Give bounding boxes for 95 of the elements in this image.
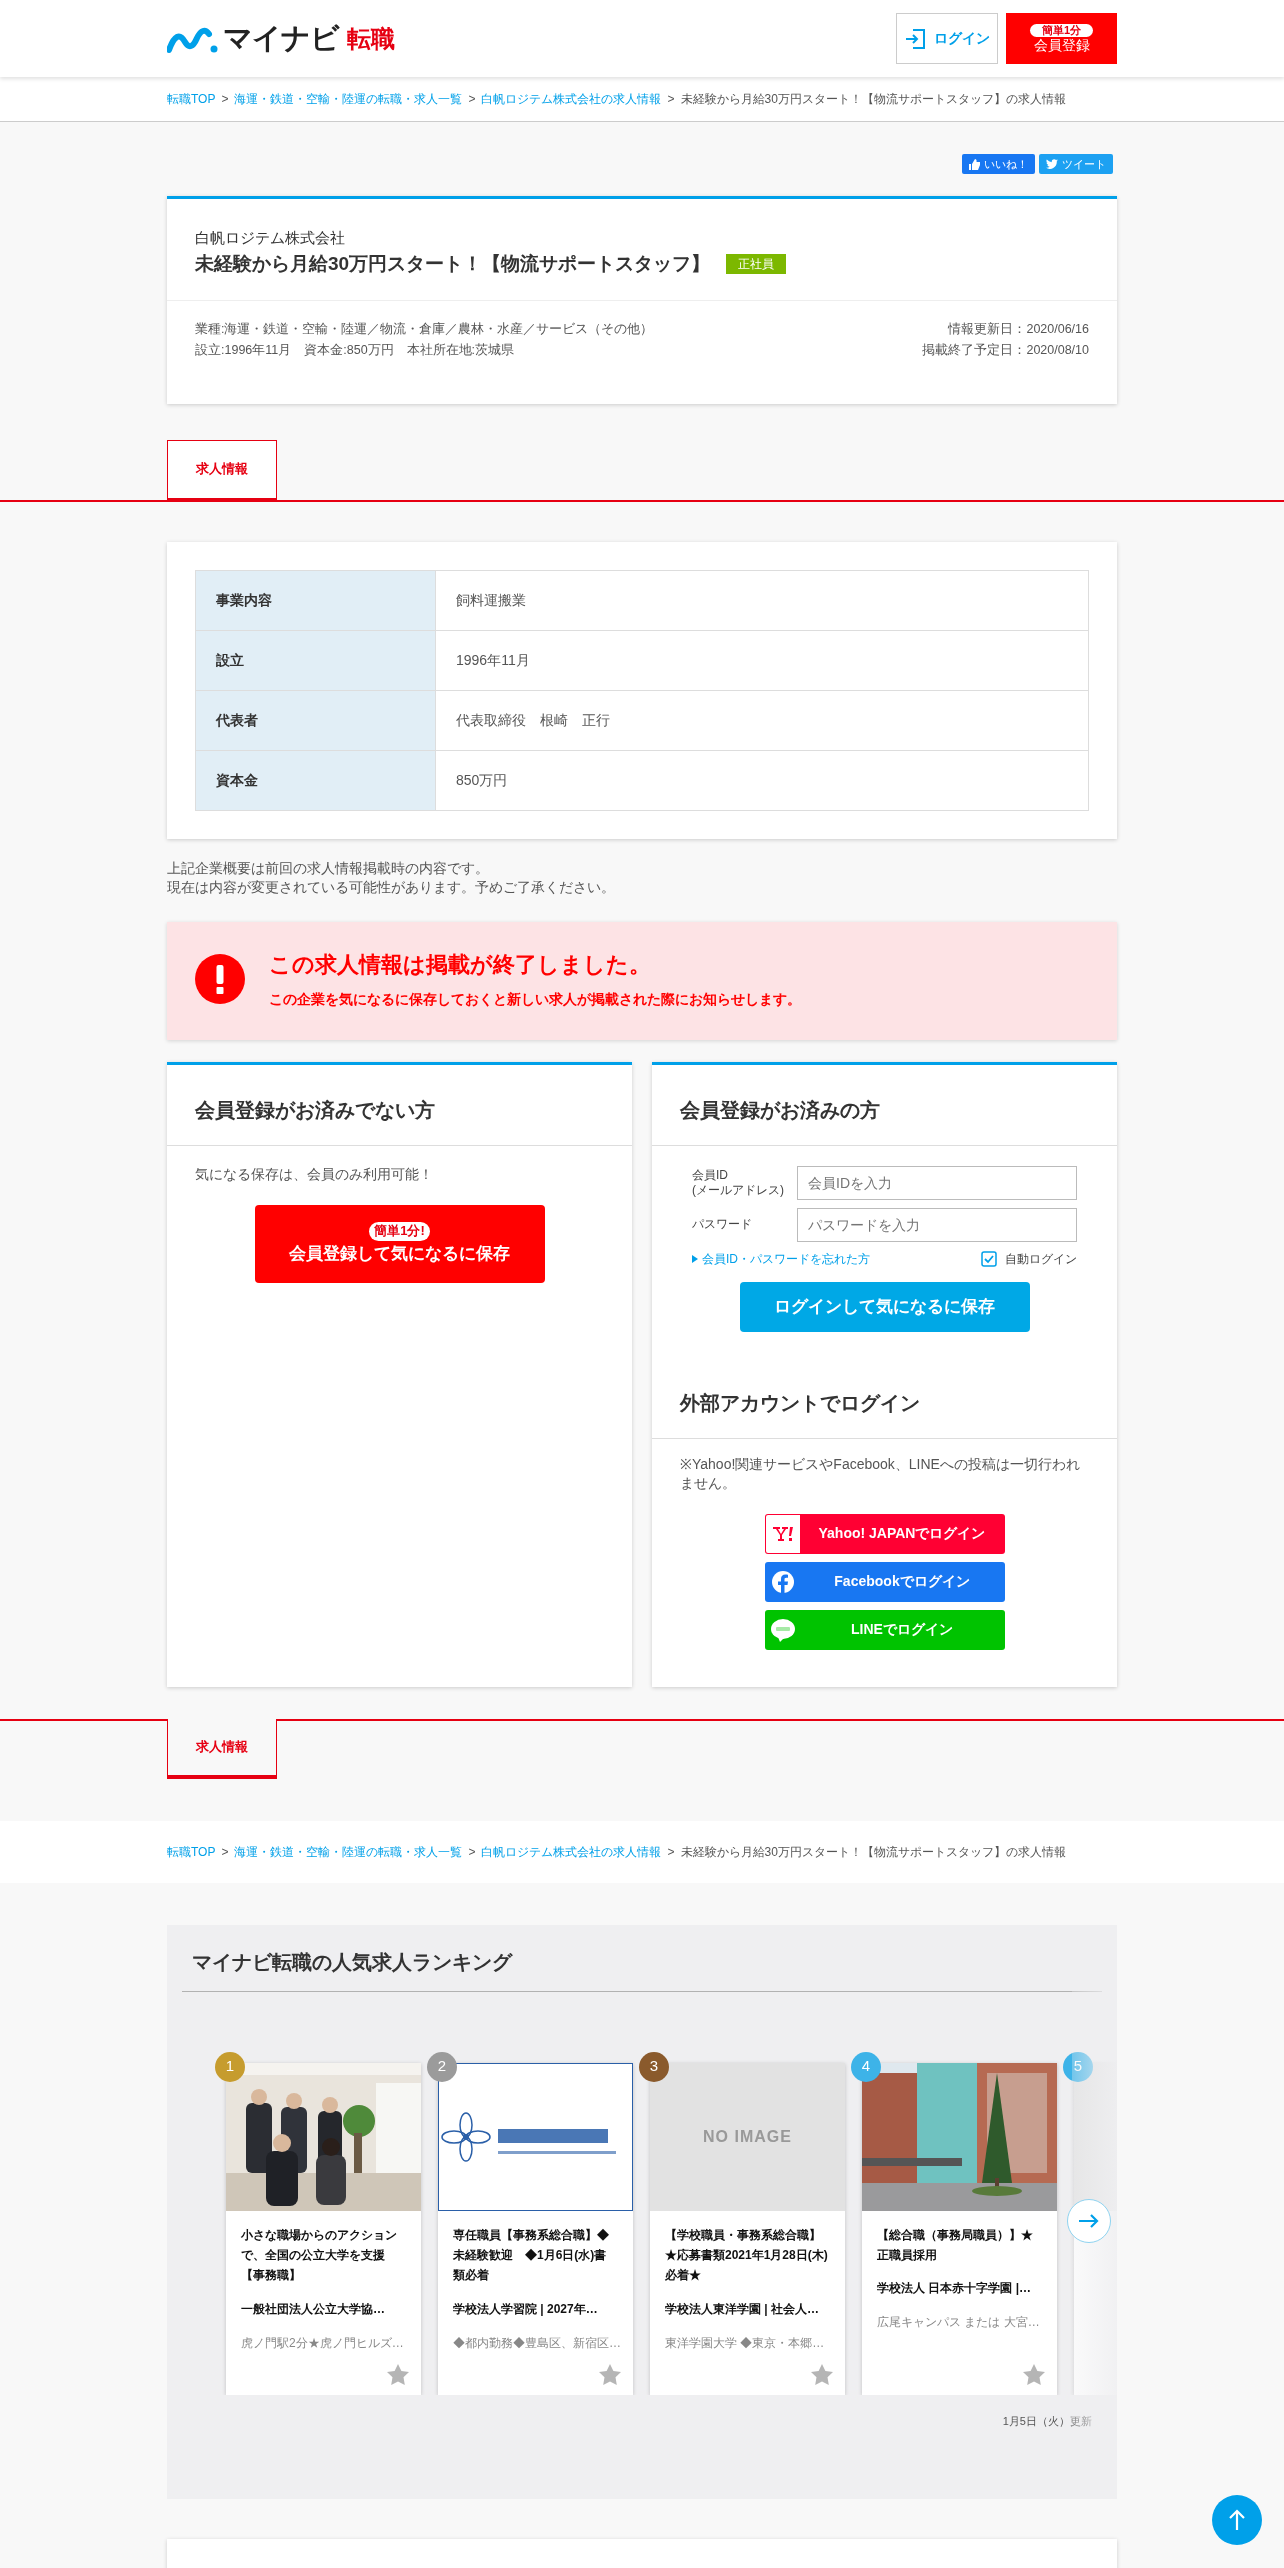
- date-info: 情報更新日：2020/06/16: [947, 321, 1089, 338]
- register-badge: 簡単1分: [1029, 23, 1094, 37]
- login-icon: [904, 27, 926, 50]
- like-button[interactable]: いいね！: [962, 154, 1035, 174]
- star-icon[interactable]: [1023, 2363, 1045, 2385]
- rank-badge: 4: [851, 2051, 881, 2082]
- logo-text: 転職: [347, 23, 395, 54]
- register-button[interactable]: 簡単1分 会員登録: [1006, 13, 1117, 64]
- facebook-login-button[interactable]: Facebookでログイン: [764, 1561, 1005, 1602]
- f-logo-icon: [770, 1569, 795, 1594]
- rank-badge: 5: [1063, 2051, 1093, 2082]
- tweet-button[interactable]: ツイート: [1039, 154, 1113, 174]
- row-value: 飼料運搬業: [435, 570, 1089, 630]
- alert-message: この企業を気になるに保存しておくと新しい求人が掲載された際にお知らせします。: [269, 989, 801, 1009]
- tab[interactable]: 求人情報: [167, 1718, 277, 1779]
- date-info: 掲載終了予定日：2020/08/10: [922, 342, 1089, 360]
- employment-tag: 正社員: [726, 253, 787, 274]
- company-name: 一般社団法人公立大学協…: [241, 2300, 386, 2318]
- note-text: 現在は内容が変更されている可能性があります。予めご了承ください。: [167, 878, 616, 898]
- warning-icon: [195, 953, 245, 1004]
- rank-badge: 2: [427, 2051, 457, 2082]
- back-to-top-button[interactable]: [1212, 2495, 1262, 2545]
- location-text: ◆都内勤務◆豊島区、新宿区…: [453, 2334, 618, 2352]
- location-text: 広尾キャンパス または 大宮…: [877, 2314, 1041, 2332]
- field-label: パスワード: [692, 1217, 753, 1232]
- section-title: 外部アカウントでログイン: [652, 1341, 1117, 1439]
- company-name: 学校法人 日本赤十字学園 |…: [877, 2280, 1033, 2298]
- row-label: 設立: [195, 630, 436, 690]
- easy-badge: 簡単1分!: [369, 1222, 430, 1242]
- breadcrumb-separator: >: [667, 1843, 675, 1861]
- card-title: 【学校職員・事務系総合職】★応募書類2021年1月28日(木)必着★: [665, 2226, 829, 2285]
- arrow-up-icon: [1228, 2509, 1246, 2531]
- field-label: (メールアドレス): [692, 1182, 785, 1198]
- breadcrumb-link[interactable]: 転職TOP: [167, 90, 216, 108]
- breadcrumb-separator: >: [468, 91, 476, 108]
- job-title: 未経験から月給30万円スタート！【物流サポートスタッフ】: [195, 251, 711, 276]
- input-field[interactable]: パスワードを入力: [797, 1207, 1077, 1242]
- breadcrumb-separator: >: [221, 1843, 229, 1861]
- section-title: マイナビ転職の人気求人ランキング: [191, 1949, 514, 1975]
- arrow-right-icon: [1078, 2212, 1100, 2229]
- company-name: 学校法人学習院 | 2027年…: [453, 2300, 599, 2318]
- breadcrumb-separator: >: [468, 1843, 476, 1861]
- star-icon[interactable]: [387, 2363, 409, 2385]
- speech-bubble-icon: [769, 1617, 796, 1642]
- star-icon[interactable]: [811, 2363, 833, 2385]
- update-date: 1月5日（火）更新: [1001, 2413, 1093, 2429]
- breadcrumb-link[interactable]: 白帆ロジテム株式会社の求人情報: [481, 1842, 662, 1861]
- breadcrumb-link[interactable]: 白帆ロジテム株式会社の求人情報: [481, 90, 662, 108]
- field-label: 会員ID: [692, 1168, 729, 1183]
- login-button[interactable]: ログイン: [896, 13, 998, 64]
- bird-icon: [1046, 159, 1058, 169]
- breadcrumb-current: 未経験から月給30万円スタート！【物流サポートスタッフ】の求人情報: [680, 91, 1066, 108]
- card-title: 【総合職（事務局職員）】★正職員採用: [877, 2226, 1034, 2265]
- triangle-icon: [692, 1254, 698, 1263]
- checkbox-label: 自動ログイン: [1005, 1250, 1077, 1268]
- thumbs-up-icon: [969, 158, 980, 170]
- job-meta: 業種:海運・鉄道・空輸・陸運／物流・倉庫／農林・水産／サービス（その他）: [195, 321, 654, 338]
- breadcrumb-link[interactable]: 転職TOP: [167, 1842, 216, 1861]
- row-value: 代表取締役 根崎 正行: [435, 690, 1089, 750]
- tab[interactable]: 求人情報: [167, 439, 277, 502]
- logo-text: マイナビ: [223, 20, 339, 56]
- company-name: 学校法人東洋学園 | 社会人…: [665, 2300, 821, 2318]
- row-label: 代表者: [195, 690, 436, 750]
- location-text: 東洋学園大学 ◆東京・本郷…: [665, 2334, 826, 2352]
- breadcrumb-current: 未経験から月給30万円スタート！【物流サポートスタッフ】の求人情報: [680, 1843, 1066, 1861]
- line-login-button[interactable]: LINEでログイン: [764, 1609, 1005, 1650]
- rank-badge: 3: [639, 2051, 669, 2082]
- star-icon[interactable]: [599, 2363, 621, 2385]
- breadcrumb-separator: >: [667, 91, 675, 108]
- row-value: 850万円: [435, 750, 1089, 810]
- login-save-button[interactable]: ログインして気になるに保存: [739, 1281, 1030, 1332]
- rank-badge: 1: [215, 2051, 245, 2082]
- note-text: 上記企業概要は前回の求人情報掲載時の内容です。: [167, 858, 490, 878]
- yahoo-login-button[interactable]: Yahoo! JAPANでログイン: [764, 1513, 1005, 1554]
- panel-text: 気になる保存は、会員のみ利用可能！: [195, 1164, 434, 1184]
- forgot-password-link[interactable]: 会員ID・パスワードを忘れた方: [692, 1249, 870, 1268]
- row-value: 1996年11月: [435, 630, 1089, 690]
- input-field[interactable]: 会員IDを入力: [797, 1165, 1077, 1200]
- job-meta: 設立:1996年11月 資本金:850万円 本社所在地:茨城県: [195, 342, 516, 360]
- y-logo-icon: [772, 1526, 793, 1541]
- external-note: ※Yahoo!関連サービスやFacebook、LINEへの投稿は一切行われません。: [680, 1454, 1081, 1494]
- row-label: 資本金: [195, 750, 436, 810]
- location-text: 虎ノ門駅2分★虎ノ門ヒルズ…: [241, 2334, 405, 2352]
- company-name: 白帆ロジテム株式会社: [195, 228, 346, 248]
- row-label: 事業内容: [195, 570, 436, 630]
- breadcrumb-link[interactable]: 海運・鉄道・空輸・陸運の転職・求人一覧: [234, 1842, 463, 1861]
- panel-title: 会員登録がお済みでない方: [167, 1064, 632, 1146]
- breadcrumb-link[interactable]: 海運・鉄道・空輸・陸運の転職・求人一覧: [234, 90, 463, 108]
- card-title: 専任職員【事務系総合職】◆未経験歓迎 ◆1月6日(水)書類必着: [453, 2226, 610, 2285]
- alert-title: この求人情報は掲載が終了しました。: [269, 950, 652, 979]
- panel-title: 会員登録がお済みの方: [652, 1064, 1117, 1146]
- save-register-button[interactable]: 簡単1分! 会員登録して気になるに保存: [254, 1204, 545, 1283]
- checkbox[interactable]: [981, 1250, 997, 1267]
- card-title: 小さな職場からのアクションで、全国の公立大学を支援【事務職】: [241, 2226, 398, 2285]
- breadcrumb-separator: >: [221, 91, 229, 108]
